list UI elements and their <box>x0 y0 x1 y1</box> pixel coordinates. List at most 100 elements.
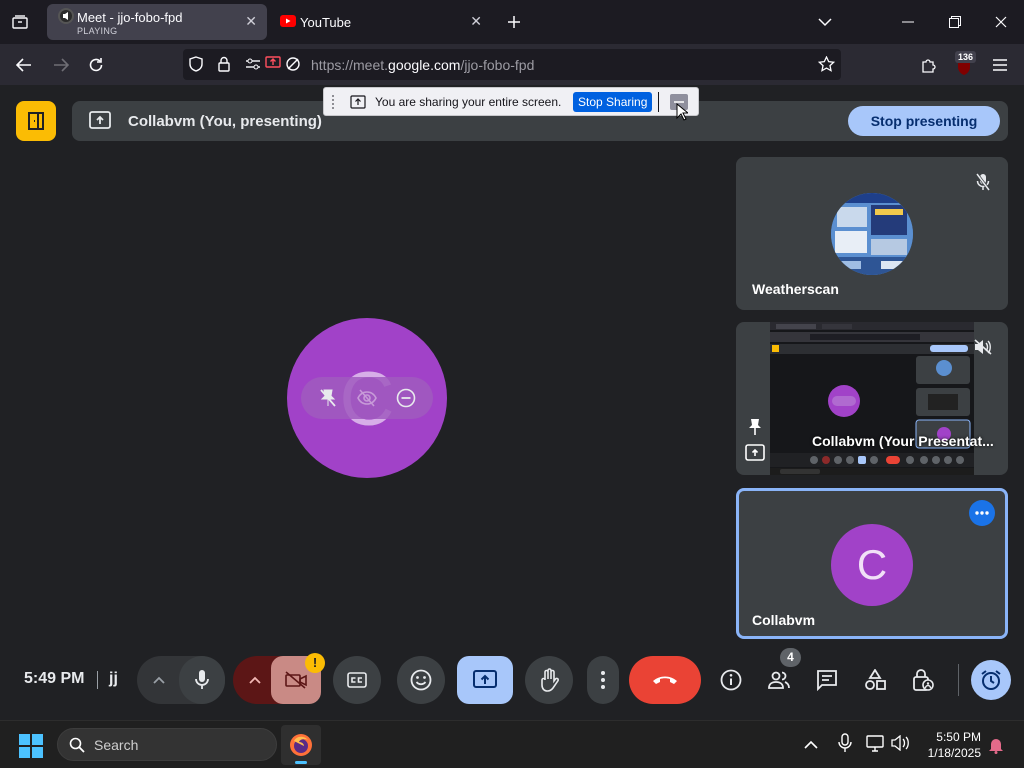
participant-name: Collabvm <box>752 612 816 628</box>
reactions-button[interactable] <box>397 656 445 704</box>
notifications-button[interactable] <box>988 736 1006 754</box>
more-options-button[interactable] <box>587 656 619 704</box>
remove-from-view-button[interactable] <box>392 384 420 412</box>
people-icon <box>768 671 790 689</box>
back-button[interactable] <box>12 53 36 77</box>
participant-tile-presentation[interactable]: Collabvm (Your Presentat... <box>736 322 1008 475</box>
taskbar-time: 5:50 PM <box>936 730 981 744</box>
microphone-icon <box>195 670 209 689</box>
forward-button[interactable] <box>49 53 73 77</box>
windows-logo-icon <box>19 734 43 758</box>
arrow-right-icon <box>54 58 69 72</box>
url-bar[interactable]: https://meet.google.com/jjo-fobo-fpd <box>183 49 841 80</box>
start-button[interactable] <box>18 733 44 759</box>
chat-button[interactable] <box>809 662 845 698</box>
presenting-title: Collabvm (You, presenting) <box>128 113 322 130</box>
activities-button[interactable] <box>857 662 893 698</box>
reload-icon <box>89 58 103 72</box>
microphone-in-use-indicator[interactable] <box>838 733 854 753</box>
taskbar-firefox-button[interactable] <box>281 725 321 765</box>
hide-tile-button[interactable] <box>353 384 381 412</box>
chevron-up-icon <box>153 676 165 684</box>
close-tab-icon[interactable]: ✕ <box>470 13 482 30</box>
taskbar-date: 1/18/2025 <box>927 746 981 760</box>
extensions-button[interactable] <box>918 54 940 76</box>
stop-presenting-button[interactable]: Stop presenting <box>848 106 1000 136</box>
network-button[interactable] <box>866 735 888 753</box>
chevron-down-icon <box>818 17 832 26</box>
alarm-clock-icon <box>981 670 1001 690</box>
timer-button[interactable] <box>971 660 1011 700</box>
close-window-button[interactable] <box>989 12 1013 32</box>
tracking-blocked-icon[interactable] <box>285 56 301 72</box>
url-text[interactable]: https://meet.google.com/jjo-fobo-fpd <box>311 57 534 73</box>
people-count-badge: 4 <box>780 648 801 667</box>
host-controls-button[interactable] <box>905 662 941 698</box>
participant-tile-self[interactable]: C Collabvm <box>736 488 1008 639</box>
unpin-icon <box>320 389 337 407</box>
permissions-icon[interactable] <box>245 57 261 71</box>
presentation-preview-image <box>770 322 974 475</box>
raise-hand-button[interactable] <box>525 656 573 704</box>
camera-warning-badge[interactable]: ! <box>305 653 325 673</box>
microphone-button[interactable] <box>179 656 225 704</box>
more-options-button[interactable] <box>969 500 995 526</box>
meet-logo <box>16 101 56 141</box>
mic-off-indicator <box>969 333 997 361</box>
tab-list-button[interactable] <box>8 11 32 33</box>
present-screen-icon <box>89 111 111 129</box>
captions-button[interactable] <box>333 656 381 704</box>
youtube-icon <box>280 15 296 27</box>
tab-list-icon <box>12 15 28 29</box>
mic-off-indicator <box>969 168 997 196</box>
close-tab-icon[interactable]: ✕ <box>245 13 257 30</box>
leave-call-button[interactable] <box>629 656 701 704</box>
new-tab-button[interactable] <box>503 11 525 33</box>
audio-playing-icon[interactable] <box>57 7 75 25</box>
mic-control-group <box>137 656 225 704</box>
lock-icon[interactable] <box>218 56 230 72</box>
participant-tile-weatherscan[interactable]: Weatherscan <box>736 157 1008 310</box>
participant-name: Weatherscan <box>752 281 839 297</box>
taskbar-search-box[interactable]: Search <box>57 728 277 761</box>
app-menu-button[interactable] <box>989 54 1011 76</box>
url-prefix: https://meet. <box>311 57 389 73</box>
plus-icon <box>508 16 520 28</box>
tab-title: Meet - jjo-fobo-fpd <box>77 10 183 25</box>
show-hidden-icons-button[interactable] <box>804 736 822 752</box>
screen-sharing-indicator-icon[interactable] <box>265 56 281 70</box>
bookmark-star-icon[interactable] <box>818 56 835 72</box>
puzzle-icon <box>922 59 936 73</box>
restore-icon <box>949 16 961 28</box>
restore-window-button[interactable] <box>943 12 967 32</box>
audio-settings-button[interactable] <box>147 668 171 692</box>
video-settings-button[interactable] <box>243 668 267 692</box>
pin-icon[interactable] <box>747 418 763 436</box>
more-horizontal-icon <box>975 511 989 515</box>
volume-button[interactable] <box>891 734 913 753</box>
participant-name: Collabvm (Your Presentat... <box>812 433 994 449</box>
mouse-cursor-icon <box>676 103 688 121</box>
microphone-icon <box>838 733 852 752</box>
shield-icon[interactable] <box>189 56 203 72</box>
meeting-clock: 5:49 PM <box>24 670 85 687</box>
list-all-tabs-button[interactable] <box>814 12 836 32</box>
stop-sharing-button[interactable]: Stop Sharing <box>573 92 653 112</box>
minimize-window-button[interactable] <box>896 12 920 32</box>
tab-meet[interactable]: Meet - jjo-fobo-fpd PLAYING ✕ <box>47 4 267 40</box>
more-vertical-icon <box>601 671 605 689</box>
taskbar-clock[interactable]: 5:50 PM 1/18/2025 <box>919 729 981 761</box>
present-screen-icon <box>745 444 765 461</box>
tab-youtube[interactable]: YouTube ✕ <box>270 4 492 40</box>
present-now-button[interactable] <box>457 656 513 704</box>
unpin-button[interactable] <box>314 384 342 412</box>
mic-off-icon <box>976 173 990 191</box>
screen-share-icon <box>350 95 366 109</box>
people-button[interactable] <box>761 662 797 698</box>
meeting-details-button[interactable] <box>713 662 749 698</box>
reload-button[interactable] <box>84 53 108 77</box>
drag-handle-icon[interactable] <box>331 94 335 110</box>
sharing-indicator-bar: You are sharing your entire screen. Stop… <box>323 87 699 121</box>
camera-off-icon <box>285 671 307 689</box>
visibility-off-icon <box>357 389 377 407</box>
